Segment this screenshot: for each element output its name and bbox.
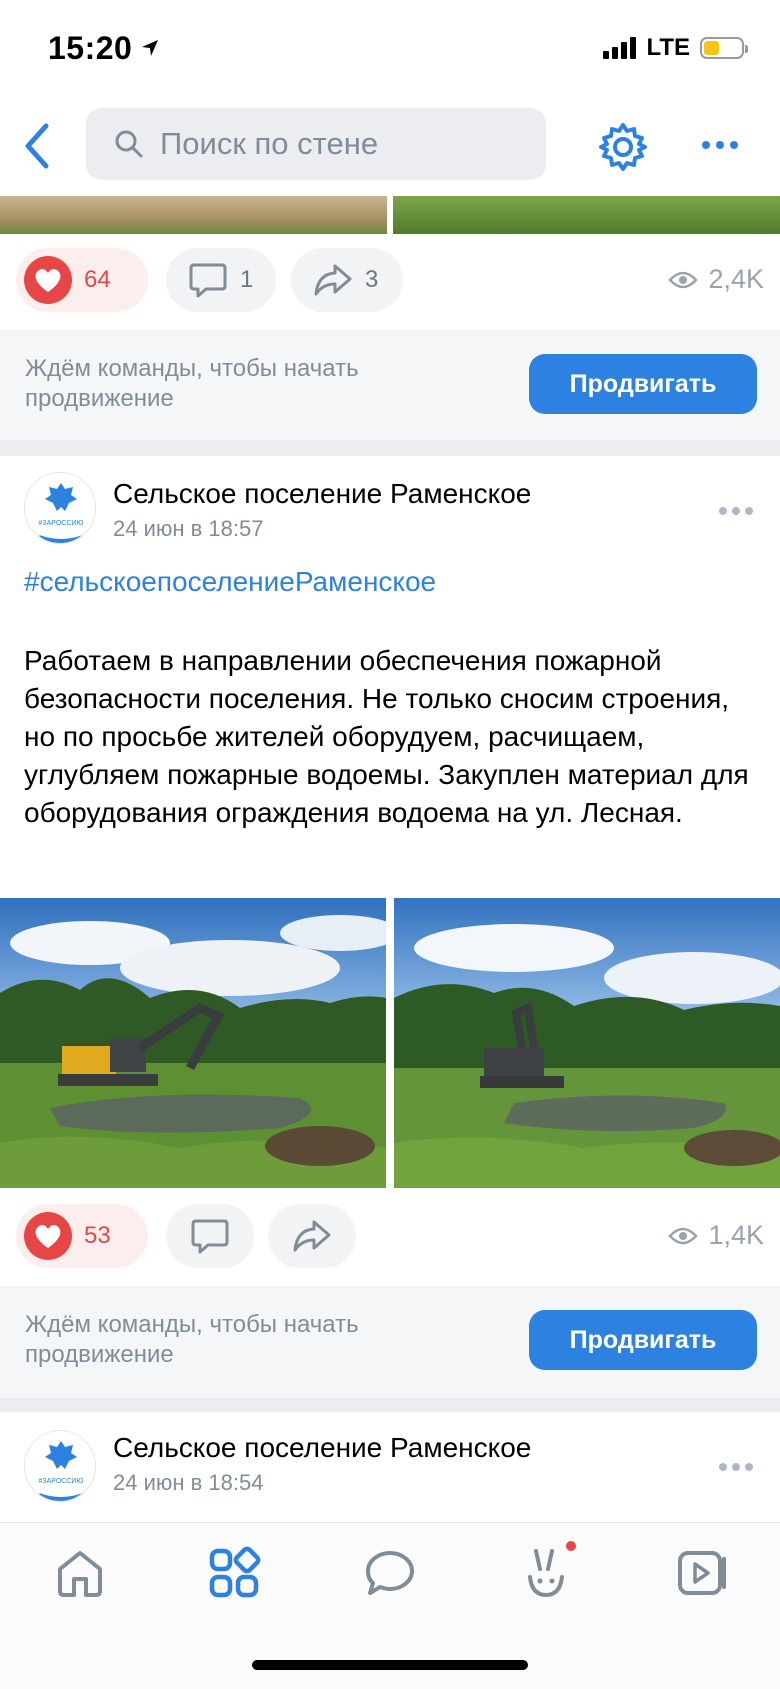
post-actions: 53 1,4K bbox=[16, 1204, 764, 1268]
clips-icon[interactable] bbox=[518, 1545, 574, 1601]
battery-icon bbox=[700, 37, 748, 59]
share-count: 3 bbox=[365, 266, 379, 293]
search-bar[interactable]: Поиск по стене bbox=[86, 108, 546, 180]
promo-block: Ждём команды, чтобы начать продвижение П… bbox=[0, 330, 780, 440]
previous-post-photos[interactable] bbox=[0, 196, 780, 234]
eye-icon bbox=[668, 1227, 699, 1244]
post-date[interactable]: 24 июн в 18:57 bbox=[113, 516, 264, 542]
search-icon bbox=[115, 130, 143, 158]
share-button[interactable]: 3 bbox=[291, 248, 403, 312]
heart-icon bbox=[24, 256, 72, 304]
like-button[interactable]: 64 bbox=[16, 248, 148, 312]
messages-icon[interactable] bbox=[362, 1545, 418, 1601]
promo-text: Ждём команды, чтобы начать продвижение bbox=[25, 355, 359, 412]
post-author[interactable]: Сельское поселение Раменское bbox=[113, 478, 531, 510]
comment-count: 1 bbox=[240, 266, 254, 293]
share-icon bbox=[314, 264, 352, 296]
like-count: 64 bbox=[84, 266, 111, 293]
post-separator bbox=[0, 1398, 780, 1412]
search-input[interactable]: Поиск по стене bbox=[160, 126, 378, 162]
post-date[interactable]: 24 июн в 18:54 bbox=[113, 1470, 264, 1496]
gear-icon[interactable] bbox=[596, 120, 650, 174]
avatar-label: #ЗАРОССИЮ bbox=[39, 1478, 84, 1485]
post-photo-1[interactable] bbox=[0, 898, 386, 1188]
eye-icon bbox=[668, 271, 699, 288]
location-arrow-icon bbox=[142, 40, 158, 56]
avatar[interactable]: #ЗАРОССИЮ bbox=[24, 472, 96, 544]
like-button[interactable]: 53 bbox=[16, 1204, 148, 1268]
views-count: 2,4K bbox=[708, 264, 764, 294]
photo-strip-right[interactable] bbox=[393, 196, 780, 234]
status-indicators: LTE bbox=[603, 34, 748, 62]
post-more-icon[interactable] bbox=[718, 1460, 754, 1474]
share-button[interactable] bbox=[268, 1204, 356, 1268]
comment-button[interactable] bbox=[166, 1204, 254, 1268]
like-count: 53 bbox=[84, 1222, 111, 1249]
comment-icon bbox=[189, 263, 227, 298]
network-label: LTE bbox=[646, 34, 690, 61]
promote-button[interactable]: Продвигать bbox=[529, 1310, 757, 1370]
promo-text: Ждём команды, чтобы начать продвижение bbox=[25, 1311, 359, 1368]
photo-strip-left[interactable] bbox=[0, 196, 387, 234]
comment-icon bbox=[191, 1219, 229, 1254]
notification-dot bbox=[566, 1541, 576, 1551]
back-button[interactable] bbox=[18, 118, 58, 174]
post-more-icon[interactable] bbox=[718, 504, 754, 518]
avatar-label: #ЗАРОССИЮ bbox=[39, 520, 84, 527]
comment-button[interactable]: 1 bbox=[166, 248, 276, 312]
services-icon[interactable] bbox=[206, 1545, 262, 1601]
promote-button[interactable]: Продвигать bbox=[529, 354, 757, 414]
home-icon[interactable] bbox=[52, 1545, 108, 1601]
signal-icon bbox=[603, 37, 637, 59]
status-time: 15:20 bbox=[48, 30, 133, 66]
promo-block: Ждём команды, чтобы начать продвижение П… bbox=[0, 1286, 780, 1398]
post-text: Работаем в направлении обеспечения пожар… bbox=[24, 645, 749, 828]
post-hashtag[interactable]: #сельскоепоселениеРаменское bbox=[24, 566, 436, 598]
views-count: 1,4K bbox=[708, 1220, 764, 1250]
video-icon[interactable] bbox=[674, 1545, 730, 1601]
more-menu-icon[interactable] bbox=[700, 130, 740, 160]
post-photo-2[interactable] bbox=[394, 898, 780, 1188]
post-actions: 64 1 3 2,4K bbox=[16, 248, 764, 312]
share-icon bbox=[293, 1220, 331, 1252]
post-author[interactable]: Сельское поселение Раменское bbox=[113, 1432, 531, 1464]
heart-icon bbox=[24, 1212, 72, 1260]
home-indicator bbox=[252, 1660, 528, 1670]
avatar[interactable]: #ЗАРОССИЮ bbox=[24, 1430, 96, 1502]
views-counter: 1,4K bbox=[668, 1220, 764, 1251]
views-counter: 2,4K bbox=[668, 264, 764, 295]
post-separator bbox=[0, 440, 780, 456]
